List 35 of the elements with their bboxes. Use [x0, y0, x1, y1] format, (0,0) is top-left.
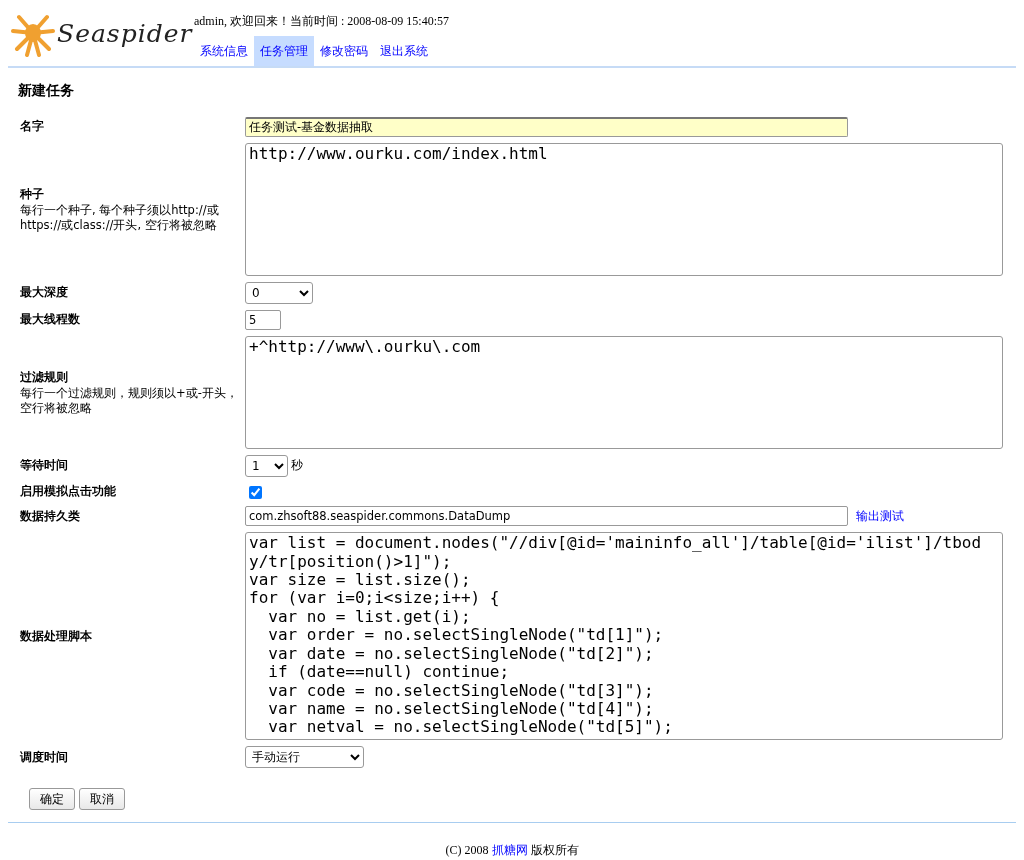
field-label: 名字	[20, 118, 45, 136]
copyright-text: (C) 2008 抓糖网 版权所有	[445, 843, 579, 858]
site-link[interactable]: 抓糖网	[491, 843, 528, 858]
page-title: 新建任务	[18, 81, 75, 100]
dropdown[interactable]: 1	[245, 455, 288, 477]
input-field[interactable]: com.zhsoft88.seaspider.commons.DataDump	[245, 506, 848, 527]
field-label: 种子	[20, 185, 45, 203]
text-area[interactable]: http://www.ourku.com/index.html	[245, 143, 1003, 276]
field-label: 数据持久类	[20, 507, 81, 525]
welcome-text: admin, 欢迎回来！当前时间 : 2008-08-09 15:40:57	[194, 13, 449, 28]
field-label: 启用模拟点击功能	[20, 483, 117, 500]
field-label: 最大深度	[20, 284, 69, 302]
nav-tab[interactable]: 修改密码	[314, 36, 374, 66]
dropdown[interactable]: 0	[245, 282, 313, 304]
checkbox[interactable]	[249, 486, 262, 500]
nav-tab[interactable]: 系统信息	[194, 36, 254, 66]
text-area[interactable]: +^http://www\.ourku\.com	[245, 336, 1003, 449]
nav-tab[interactable]: 任务管理	[254, 36, 314, 66]
nav-tab[interactable]: 退出系统	[374, 36, 434, 66]
field-label: 调度时间	[20, 748, 69, 766]
input-field[interactable]: 5	[245, 310, 281, 330]
field-label: 数据处理脚本	[20, 627, 93, 645]
dropdown[interactable]: 手动运行	[245, 746, 364, 769]
form-button[interactable]: 确定	[29, 788, 75, 811]
field-hint: 每行一个过滤规则，规则须以+或-开头，空行将被忽略	[20, 386, 239, 417]
field-hint: 每行一个种子, 每个种子须以http://或https://或class://开头, 空行将被忽略	[20, 203, 220, 234]
logo-text: Seaspider	[57, 19, 193, 51]
field-label: 最大线程数	[20, 311, 81, 329]
text-area[interactable]: var list = document.nodes("//div[@id='maininfo_all']/table[@id='ilist']/tbody/tr[position()>1]"); var size = list.size(); for (var i=0;i<size;i++) { var no = list.get(i); var order = no.selectSingleNode("td[1]"); var date = no.selectSingleNode("td[2]"); if (date==null) continue; var code = no.selectSingleNode("td[3]"); var name = no.selectSingleNode("td[4]"); var netval = no.selectSingleNode("td[5]");	[245, 532, 1003, 741]
field-label: 等待时间	[20, 457, 69, 475]
test-link[interactable]: 输出测试	[856, 507, 904, 525]
form-button[interactable]: 取消	[79, 788, 125, 811]
unit-text: 秒	[291, 457, 303, 475]
field-label: 过滤规则	[20, 368, 69, 386]
input-field[interactable]: 任务测试-基金数据抽取	[245, 117, 848, 137]
